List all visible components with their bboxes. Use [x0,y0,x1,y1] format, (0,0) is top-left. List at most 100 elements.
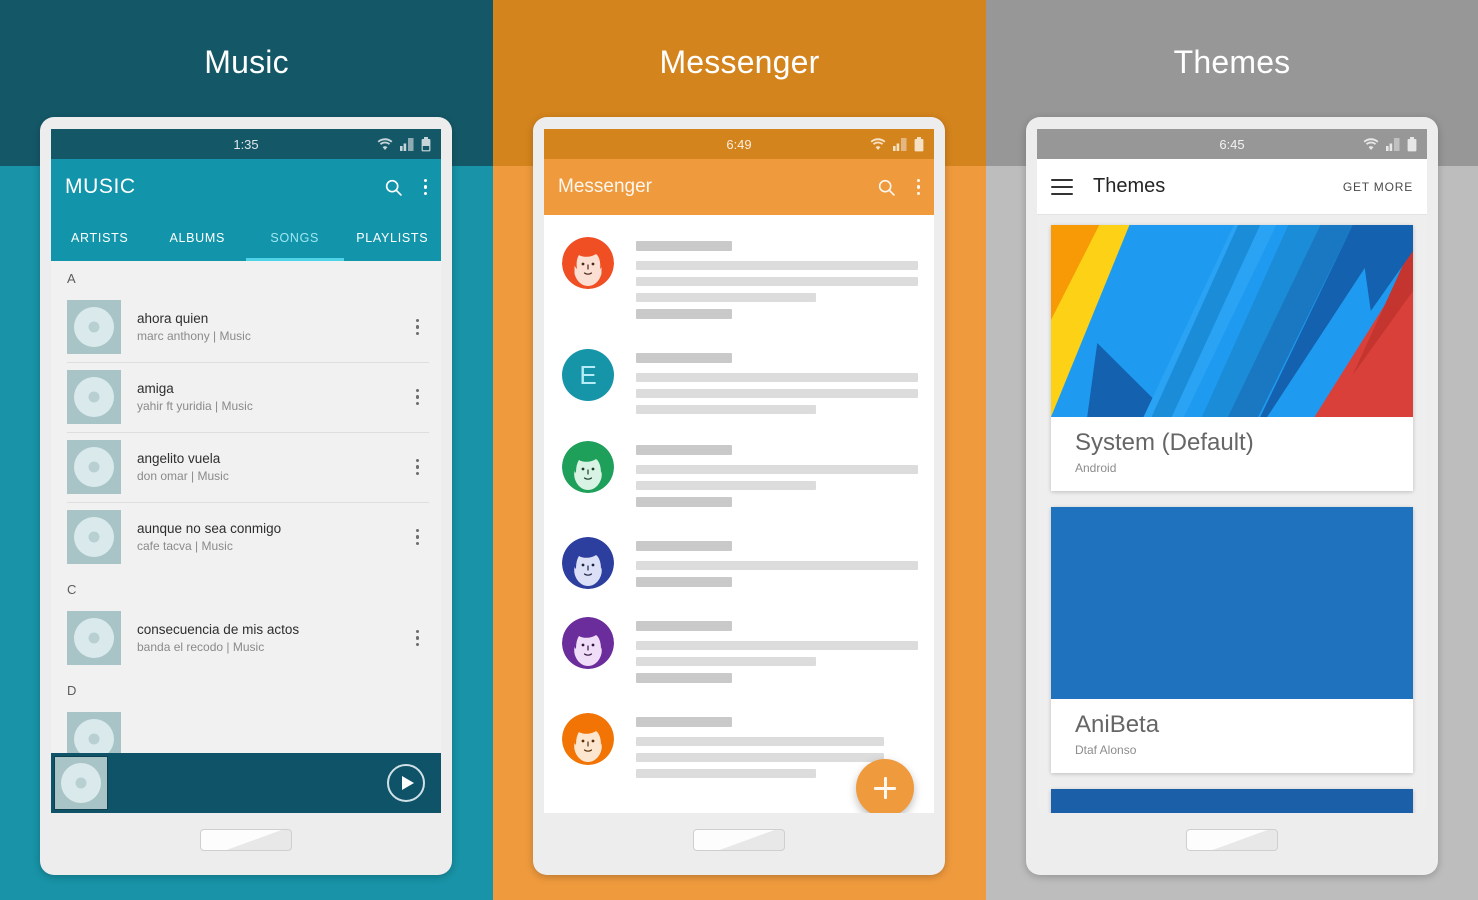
song-meta: amiga yahir ft yuridia | Music [121,380,406,414]
theme-info: System (Default) Android [1051,417,1413,491]
album-art [67,300,121,354]
music-app-actions [382,175,427,199]
status-clock: 6:49 [726,136,752,152]
album-art [67,611,121,665]
panel-themes-title: Themes [1173,44,1291,80]
song-title: consecuencia de mis actos [137,621,300,637]
panel-messenger-title: Messenger [659,44,820,80]
conversation-list: E [544,215,934,813]
overflow-menu-icon[interactable] [916,178,920,196]
search-icon[interactable] [382,175,406,199]
music-app-title: MUSIC [65,175,136,198]
status-clock: 1:35 [233,136,259,152]
table-row[interactable]: aunque no sea conmigo cafe tacva | Music [51,502,441,572]
list-item[interactable] [544,607,934,703]
theme-card-next[interactable] [1051,788,1413,813]
theme-name: AniBeta [1075,710,1160,738]
theme-author: Dtaf Alonso [1075,742,1137,757]
table-row[interactable]: ahora quien marc anthony | Music [51,292,441,362]
overflow-menu-icon[interactable] [406,528,430,546]
now-playing-bar[interactable] [51,753,441,813]
theme-preview-image [1051,225,1413,417]
conversation-preview [614,617,918,693]
messenger-screen: 6:49 Messenger E [544,129,934,813]
theme-preview-image [1051,788,1413,813]
theme-card-anibeta[interactable]: AniBeta Dtaf Alonso [1051,506,1413,773]
wifi-icon [377,138,393,150]
avatar [562,237,614,289]
plus-icon [874,777,896,799]
song-subtitle: marc anthony | Music [137,329,251,344]
song-meta: consecuencia de mis actos banda el recod… [121,621,406,655]
table-row[interactable]: angelito vuela don omar | Music [51,432,441,502]
messenger-app-title: Messenger [558,176,652,197]
theme-info: AniBeta Dtaf Alonso [1051,699,1413,773]
tab-songs[interactable]: SONGS [246,215,344,261]
panel-music: Music 1:35 MUSIC ARTISTS ALBUMS SONGS PL… [0,0,493,900]
wifi-icon [1363,138,1379,150]
song-meta: angelito vuela don omar | Music [121,450,406,484]
compose-fab-button[interactable] [856,759,914,813]
overflow-menu-icon[interactable] [423,178,427,196]
themes-app-bar: Themes GET MORE [1037,159,1427,215]
signal-icon [400,137,414,151]
theme-card-list: System (Default) Android AniBeta Dtaf Al… [1037,215,1427,813]
tab-albums[interactable]: ALBUMS [149,215,247,261]
song-subtitle: cafe tacva | Music [137,539,233,554]
status-icons [1363,136,1417,152]
status-bar-themes: 6:45 [1037,129,1427,159]
song-title: amiga [137,380,174,396]
status-bar-music: 1:35 [51,129,441,159]
list-item[interactable] [544,227,934,339]
music-app-bar: MUSIC [51,159,441,215]
home-button[interactable] [693,829,785,851]
music-screen: 1:35 MUSIC ARTISTS ALBUMS SONGS PLAYLIST… [51,129,441,813]
avatar [562,441,614,493]
song-subtitle: don omar | Music [137,469,229,484]
song-subtitle: yahir ft yuridia | Music [137,399,253,414]
play-icon[interactable] [387,764,425,802]
album-art [67,370,121,424]
phone-frame-music: 1:35 MUSIC ARTISTS ALBUMS SONGS PLAYLIST… [40,117,452,875]
list-item[interactable] [544,527,934,607]
home-button[interactable] [1186,829,1278,851]
signal-icon [1386,137,1400,151]
overflow-menu-icon[interactable] [406,629,430,647]
battery-icon [914,136,924,151]
messenger-app-actions [875,175,920,199]
tab-artists[interactable]: ARTISTS [51,215,149,261]
search-icon[interactable] [875,175,899,199]
avatar: E [562,349,614,401]
tab-active-indicator [246,258,344,261]
song-title: ahora quien [137,310,209,326]
conversation-preview [614,441,918,517]
tab-playlists[interactable]: PLAYLISTS [344,215,442,261]
table-row[interactable]: amiga yahir ft yuridia | Music [51,362,441,432]
song-subtitle: banda el recodo | Music [137,640,265,655]
theme-author: Android [1075,460,1117,475]
theme-name: System (Default) [1075,429,1254,456]
avatar [562,713,614,765]
wifi-icon [870,138,886,150]
section-header-a: A [67,271,76,286]
list-item[interactable] [544,431,934,527]
signal-icon [893,137,907,151]
table-row[interactable]: consecuencia de mis actos banda el recod… [51,603,441,673]
overflow-menu-icon[interactable] [406,458,430,476]
list-item[interactable]: E [544,339,934,431]
theme-card-system-default[interactable]: System (Default) Android [1051,225,1413,491]
panel-themes: Themes 6:45 Themes GET MORE System (Defa… [986,0,1478,900]
app-showcase-stage: Music 1:35 MUSIC ARTISTS ALBUMS SONGS PL… [0,0,1478,900]
overflow-menu-icon[interactable] [406,388,430,406]
now-playing-album-art [54,756,108,810]
overflow-menu-icon[interactable] [406,318,430,336]
album-art [67,510,121,564]
song-title: angelito vuela [137,450,221,466]
themes-screen: 6:45 Themes GET MORE System (Default) An… [1037,129,1427,813]
home-button[interactable] [200,829,292,851]
section-header-c: C [67,582,77,597]
battery-icon [421,136,431,151]
album-art [67,440,121,494]
hamburger-menu-icon[interactable] [1051,178,1073,195]
get-more-button[interactable]: GET MORE [1343,180,1413,194]
